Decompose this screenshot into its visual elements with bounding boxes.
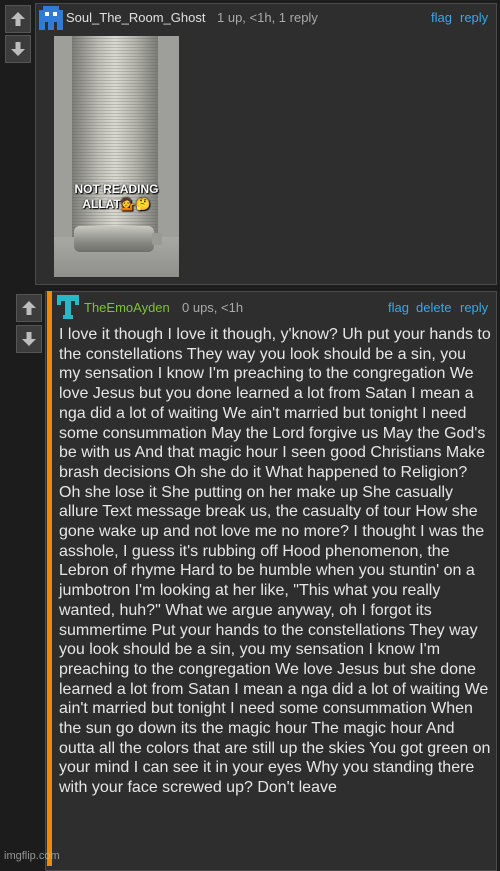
meme-caption-line2-text: ALLAT (82, 197, 121, 211)
meme-caption-line1: NOT READING (74, 182, 159, 196)
comment-meta: 1 up, <1h, 1 reply (217, 10, 318, 25)
delete-link[interactable]: delete (416, 300, 451, 315)
downvote-button[interactable] (5, 35, 31, 63)
meme-caption-line2: ALLAT💁🤔 (54, 197, 179, 211)
comment-meta: 0 ups, <1h (182, 300, 244, 315)
arrow-up-icon (11, 12, 25, 26)
reply-indicator-bar (47, 291, 52, 866)
upvote-button[interactable] (5, 5, 31, 33)
comment-username[interactable]: TheEmoAyden (84, 300, 170, 315)
toilet-paper-strip (72, 36, 158, 246)
downvote-button[interactable] (16, 325, 42, 353)
upvote-button[interactable] (16, 294, 42, 322)
comment-body: I love it though I love it though, y'kno… (59, 326, 491, 797)
emoji-icon: 💁🤔 (120, 197, 151, 211)
user-avatar-icon[interactable] (39, 6, 63, 30)
arrow-down-icon (22, 332, 36, 346)
arrow-down-icon (11, 42, 25, 56)
toilet-paper-roll (74, 226, 162, 252)
comment-image[interactable]: NOT READING ALLAT💁🤔 (54, 36, 179, 277)
flag-link[interactable]: flag (388, 300, 409, 315)
arrow-up-icon (22, 301, 36, 315)
reply-link[interactable]: reply (460, 10, 488, 25)
comment-username[interactable]: Soul_The_Room_Ghost (66, 10, 205, 25)
reply-link[interactable]: reply (460, 300, 488, 315)
flag-link[interactable]: flag (431, 10, 452, 25)
watermark: imgflip.com (4, 850, 60, 862)
user-avatar-icon[interactable] (57, 295, 79, 319)
